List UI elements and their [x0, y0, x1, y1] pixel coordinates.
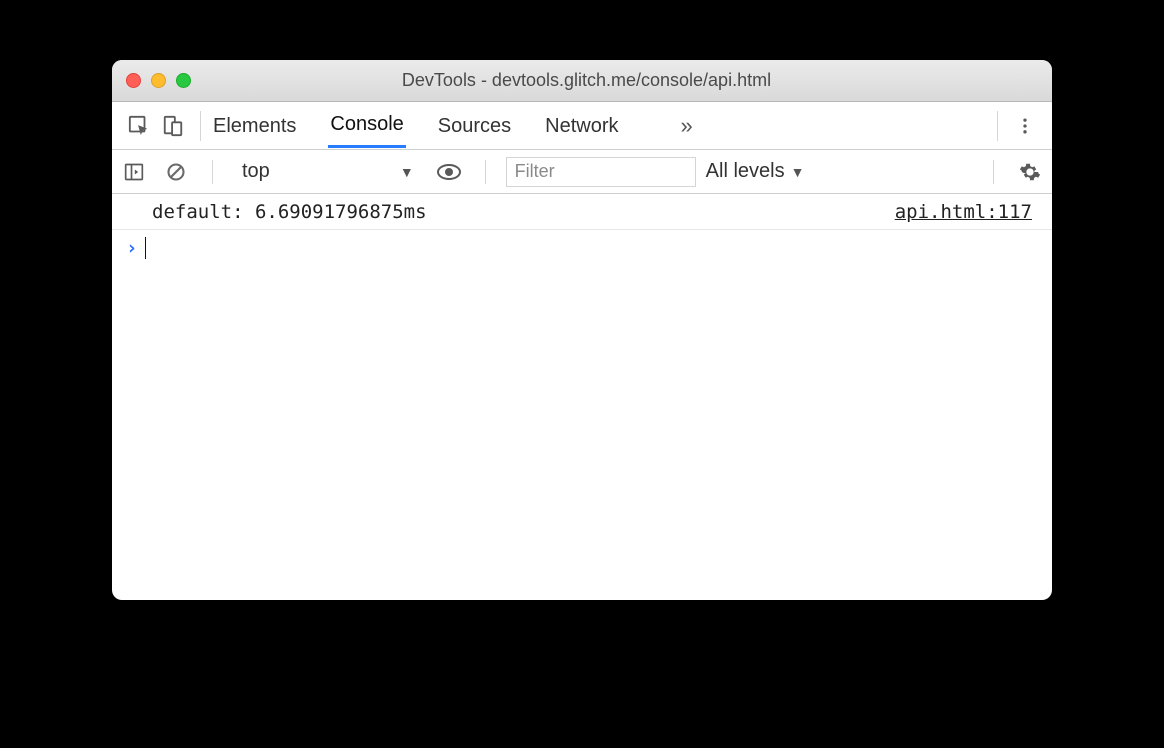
- filterbar-separator: [485, 160, 486, 184]
- titlebar: DevTools - devtools.glitch.me/console/ap…: [112, 60, 1052, 102]
- filterbar-separator: [212, 160, 213, 184]
- toolbar: Elements Console Sources Network »: [112, 102, 1052, 150]
- console-prompt[interactable]: ›: [112, 230, 1052, 266]
- live-expression-icon[interactable]: [433, 156, 465, 188]
- context-selector[interactable]: top ▼: [233, 157, 423, 186]
- tab-sources[interactable]: Sources: [436, 105, 513, 147]
- window-title: DevTools - devtools.glitch.me/console/ap…: [135, 70, 1038, 91]
- clear-console-icon[interactable]: [160, 156, 192, 188]
- device-toolbar-icon[interactable]: [156, 109, 190, 143]
- more-tabs-button[interactable]: »: [681, 113, 693, 139]
- panel-tabs: Elements Console Sources Network »: [211, 103, 693, 148]
- filterbar-separator: [993, 160, 994, 184]
- prompt-chevron-icon: ›: [126, 237, 137, 259]
- tab-console[interactable]: Console: [328, 103, 405, 148]
- console-filterbar: top ▼ All levels ▼: [112, 150, 1052, 194]
- text-cursor: [145, 237, 146, 259]
- log-levels-label: All levels: [706, 160, 785, 183]
- console-log-row[interactable]: default: 6.69091796875ms api.html:117: [112, 194, 1052, 230]
- inspect-element-icon[interactable]: [122, 109, 156, 143]
- toggle-sidebar-icon[interactable]: [118, 156, 150, 188]
- log-levels-selector[interactable]: All levels ▼: [706, 160, 805, 183]
- console-settings-icon[interactable]: [1014, 156, 1046, 188]
- log-source-link[interactable]: api.html:117: [895, 201, 1032, 223]
- chevron-down-icon: ▼: [400, 164, 414, 180]
- devtools-window: DevTools - devtools.glitch.me/console/ap…: [112, 60, 1052, 600]
- log-message: default: 6.69091796875ms: [152, 201, 427, 223]
- filter-input[interactable]: [506, 157, 696, 187]
- tab-elements[interactable]: Elements: [211, 105, 298, 147]
- tab-network[interactable]: Network: [543, 105, 620, 147]
- kebab-menu-icon[interactable]: [1008, 109, 1042, 143]
- chevron-down-icon: ▼: [791, 164, 805, 180]
- toolbar-separator: [997, 111, 998, 141]
- console-output: default: 6.69091796875ms api.html:117 ›: [112, 194, 1052, 600]
- toolbar-separator: [200, 111, 201, 141]
- context-selector-label: top: [242, 160, 270, 183]
